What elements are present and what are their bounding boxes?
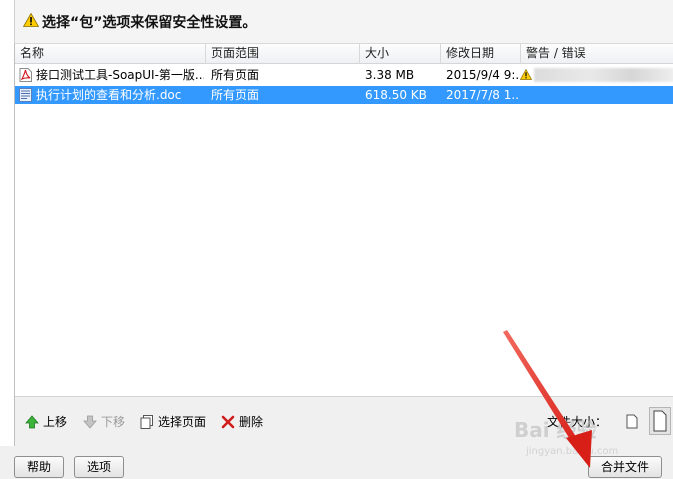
select-pages-label: 选择页面 xyxy=(158,415,207,429)
warning-icon xyxy=(520,69,532,80)
file-size: 618.50 KB xyxy=(365,88,427,102)
large-size-button[interactable] xyxy=(649,407,671,435)
modified-date: 2015/9/4 9:... xyxy=(446,68,518,82)
move-up-button[interactable]: 上移 xyxy=(25,411,67,433)
column-header-name[interactable]: 名称 xyxy=(15,44,206,64)
delete-button[interactable]: 删除 xyxy=(221,411,263,433)
column-header-warnings[interactable]: 警告 / 错误 xyxy=(521,44,673,64)
large-page-icon xyxy=(653,410,667,432)
file-size: 3.38 MB xyxy=(365,68,415,82)
help-button[interactable]: 帮助 xyxy=(14,456,64,478)
warning-icon xyxy=(23,13,39,27)
file-name: 执行计划的查看和分析.doc xyxy=(36,88,182,102)
table-header: 名称 页面范围 大小 修改日期 警告 / 错误 xyxy=(15,44,673,64)
modified-date: 2017/7/8 1... xyxy=(446,88,518,102)
column-header-modified-date[interactable]: 修改日期 xyxy=(441,44,521,64)
column-header-page-range[interactable]: 页面范围 xyxy=(206,44,360,64)
move-down-button[interactable]: 下移 xyxy=(83,411,125,433)
select-pages-button[interactable]: 选择页面 xyxy=(140,411,206,433)
arrow-down-icon xyxy=(83,415,97,429)
small-page-icon xyxy=(626,414,638,429)
page-range: 所有页面 xyxy=(211,88,260,102)
file-list-panel: 名称 页面范围 大小 修改日期 警告 / 错误 接口测试工具-SoapUI-第一… xyxy=(14,44,673,446)
page-range: 所有页面 xyxy=(211,68,260,82)
blurred-warning-text xyxy=(534,68,673,82)
arrow-up-icon xyxy=(25,415,39,429)
move-up-label: 上移 xyxy=(43,415,68,429)
delete-label: 删除 xyxy=(239,415,264,429)
warning-message: 选择“包”选项来保留安全性设置。 xyxy=(42,15,257,31)
pdf-file-icon xyxy=(19,68,32,82)
delete-x-icon xyxy=(221,415,235,429)
watermark-logo: Bai 经验 xyxy=(514,418,597,442)
small-size-button[interactable] xyxy=(621,407,643,435)
file-name: 接口测试工具-SoapUI-第一版... xyxy=(36,68,204,82)
options-button[interactable]: 选项 xyxy=(74,456,124,478)
table-row-selected[interactable]: 执行计划的查看和分析.doc 所有页面 618.50 KB 2017/7/8 1… xyxy=(15,86,673,104)
merge-files-button[interactable]: 合并文件 xyxy=(588,456,662,478)
pages-icon xyxy=(140,415,153,429)
warning-bar: 选择“包”选项来保留安全性设置。 xyxy=(14,0,673,44)
table-row[interactable]: 接口测试工具-SoapUI-第一版... 所有页面 3.38 MB 2015/9… xyxy=(15,66,673,84)
watermark-url: jingyan.baidu.com xyxy=(526,446,619,457)
column-header-size[interactable]: 大小 xyxy=(360,44,441,64)
move-down-label: 下移 xyxy=(101,415,126,429)
doc-file-icon xyxy=(19,88,32,102)
